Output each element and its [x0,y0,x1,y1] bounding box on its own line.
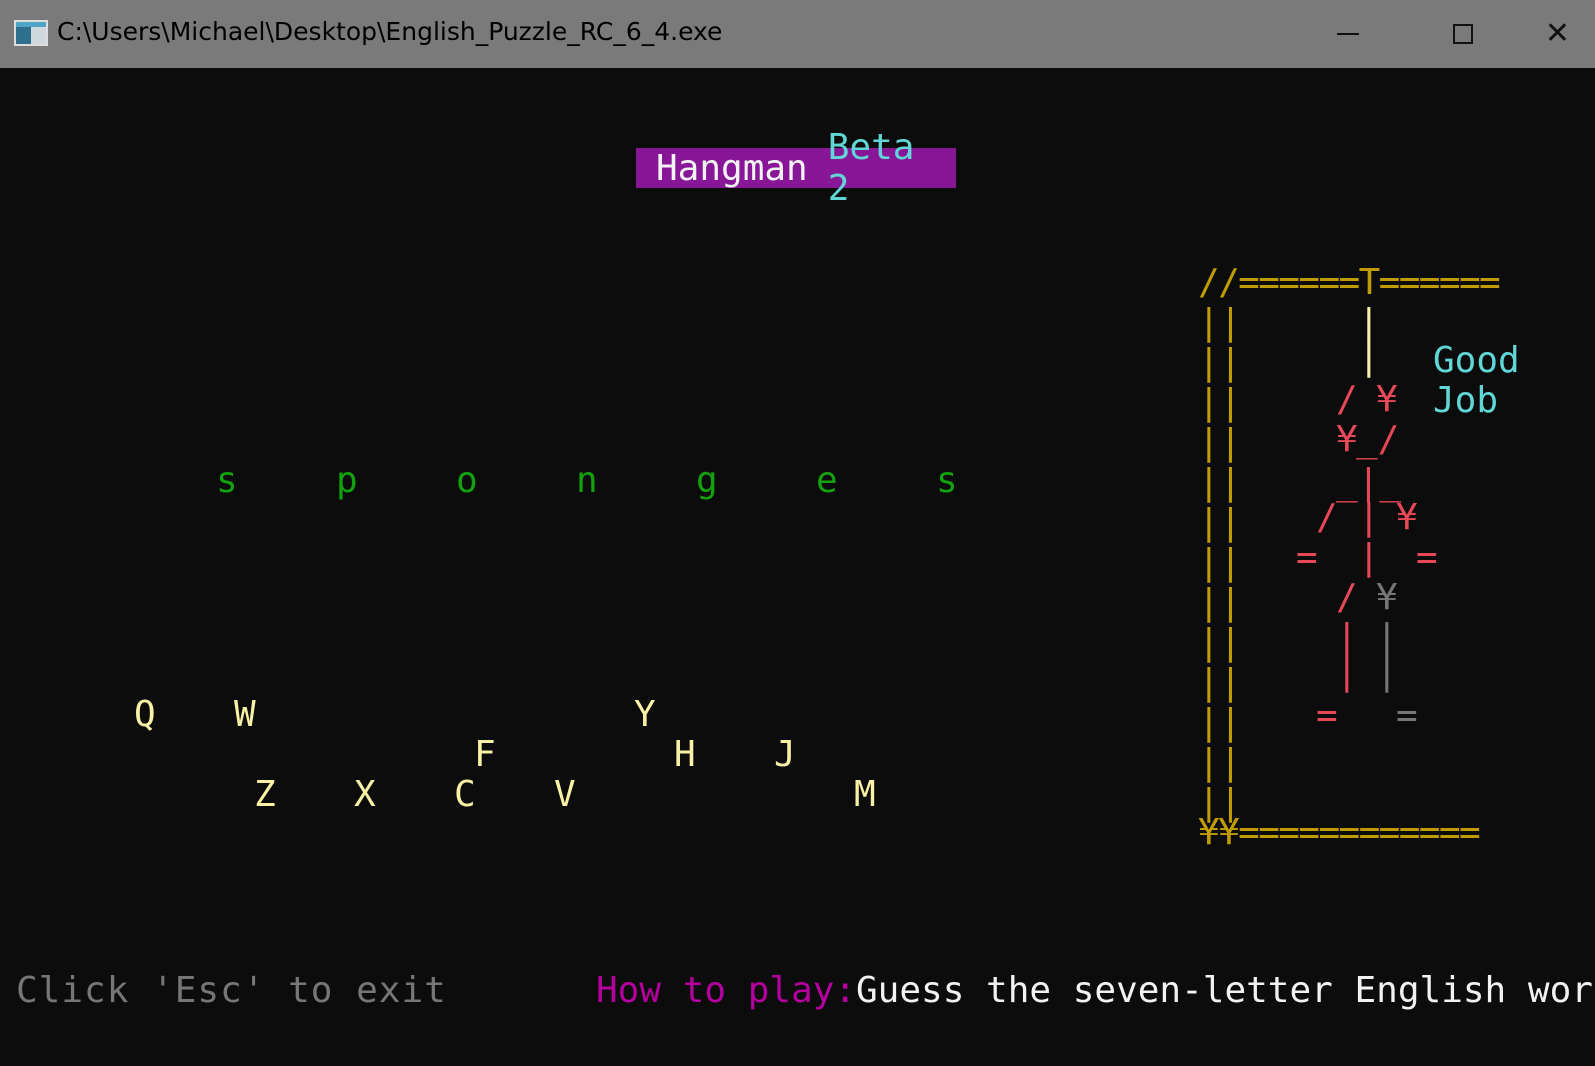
result-line1: Good [1433,340,1520,381]
window-title: C:\Users\Michael\Desktop\English_Puzzle_… [57,17,723,46]
word-letter: p [336,460,358,501]
arm-right: ¥ [1396,497,1418,538]
gallows-post: || [1198,702,1242,743]
word-letter: e [816,460,838,501]
gallows-base: ¥¥============ [1198,812,1481,853]
key-letter: J [774,734,796,775]
foot-right: = [1396,695,1418,736]
head-eye: ¥ [1376,379,1398,420]
leg-right: | [1376,652,1398,693]
game-banner: Hangman Beta 2 [636,127,956,209]
minimize-icon [1336,33,1359,35]
gallows-post: || [1198,342,1242,383]
leg-left-top: / [1336,577,1358,618]
gallows-post: || [1198,542,1242,583]
head-eye: ¥ [1336,419,1358,460]
leg-right-top: ¥ [1376,577,1398,618]
gallows-post: || [1198,742,1242,783]
foot-left: = [1316,695,1338,736]
key-letter: Z [254,774,276,815]
gallows-post: || [1198,582,1242,623]
maximize-icon [1452,24,1473,44]
hand-left: = [1296,537,1318,578]
arm-left: / [1316,497,1338,538]
key-letter: Q [134,694,156,735]
close-icon: ✕ [1544,16,1571,51]
hand-right: = [1416,537,1438,578]
result-line2: Job [1433,380,1499,421]
gallows-post: || [1198,462,1242,503]
close-button[interactable]: ✕ [1520,0,1595,68]
minimize-button[interactable] [1290,0,1405,68]
word-letter: s [936,460,958,501]
gallows-post: || [1198,422,1242,463]
key-letter: V [554,774,576,815]
gallows-post: || [1198,502,1242,543]
torso: | [1358,497,1380,538]
key-letter: C [454,774,476,815]
gallows-post: || [1198,382,1242,423]
leg-left: | [1336,652,1358,693]
gallows-post: || [1198,622,1242,663]
gallows-post: || [1198,662,1242,703]
key-letter: H [674,734,696,775]
howto-label: How to play: [596,970,857,1011]
key-letter: F [474,734,496,775]
maximize-button[interactable] [1405,0,1520,68]
word-letter: o [456,460,478,501]
head-left: / [1336,379,1358,420]
word-letter: n [576,460,598,501]
rope: | [1358,337,1380,378]
gallows-beam: //======T====== [1198,262,1501,303]
head-jaw: _/ [1356,419,1400,460]
banner-version: Beta 2 [827,127,915,209]
banner-title: Hangman [656,147,808,189]
howto-text: Guess the seven-letter English word [856,970,1595,1011]
key-letter: M [854,774,876,815]
exit-hint: Click 'Esc' to exit [16,970,447,1011]
app-icon [14,20,48,46]
key-letter: X [354,774,376,815]
gallows-post: || [1198,302,1242,343]
key-letter: W [234,694,256,735]
key-letter: Y [634,694,656,735]
console-area: Hangman Beta 2 s p o n g e s Q W Y F H J… [0,68,1595,1066]
word-letter: s [216,460,238,501]
window-titlebar[interactable]: C:\Users\Michael\Desktop\English_Puzzle_… [0,0,1595,68]
torso: | [1358,537,1380,578]
word-letter: g [696,460,718,501]
